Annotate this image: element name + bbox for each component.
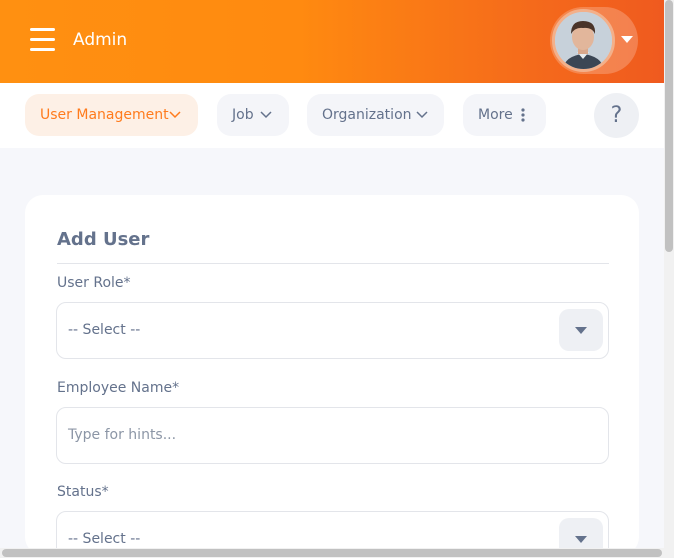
form-title: Add User xyxy=(57,229,150,250)
vertical-scrollbar[interactable] xyxy=(664,0,674,558)
divider xyxy=(57,263,609,264)
help-button[interactable]: ? xyxy=(594,93,639,138)
user-account-dropdown[interactable] xyxy=(550,7,638,74)
nav-user-management[interactable]: User Management xyxy=(25,94,198,136)
user-role-select[interactable]: -- Select -- xyxy=(56,302,609,359)
nav-job[interactable]: Job xyxy=(217,94,289,136)
chevron-down-icon xyxy=(169,111,181,119)
employee-name-input[interactable]: Type for hints... xyxy=(56,407,609,464)
status-value: -- Select -- xyxy=(68,531,141,547)
employee-name-placeholder: Type for hints... xyxy=(68,427,177,443)
chevron-down-icon xyxy=(416,111,428,119)
more-vertical-icon xyxy=(521,108,525,122)
nav-more-label: More xyxy=(478,107,513,123)
top-nav: User Management Job Organization More ? xyxy=(0,83,664,148)
hamburger-menu-icon[interactable] xyxy=(30,28,55,51)
nav-organization[interactable]: Organization xyxy=(307,94,444,136)
chevron-down-icon[interactable] xyxy=(621,36,633,43)
nav-more[interactable]: More xyxy=(463,94,546,136)
nav-job-label: Job xyxy=(232,107,254,123)
user-role-label: User Role* xyxy=(57,275,131,291)
top-header: Admin xyxy=(0,0,664,83)
dropdown-arrow-icon[interactable] xyxy=(559,309,603,351)
nav-user-management-label: User Management xyxy=(40,107,169,123)
scrollbar-thumb[interactable] xyxy=(665,0,673,252)
employee-name-label: Employee Name* xyxy=(57,380,180,396)
nav-organization-label: Organization xyxy=(322,107,412,123)
add-user-card: Add User User Role* -- Select -- Employe… xyxy=(25,195,639,558)
chevron-down-icon xyxy=(260,111,272,119)
user-role-value: -- Select -- xyxy=(68,322,141,338)
scrollbar-thumb[interactable] xyxy=(2,549,662,557)
page-title: Admin xyxy=(73,30,128,50)
status-label: Status* xyxy=(57,484,109,500)
horizontal-scrollbar[interactable] xyxy=(0,548,664,558)
avatar xyxy=(552,9,615,72)
